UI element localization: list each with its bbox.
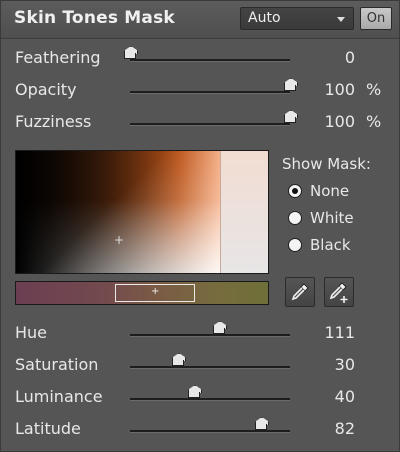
hue-range-selector[interactable]: + bbox=[115, 284, 195, 302]
saturation-slider-track[interactable] bbox=[130, 353, 290, 369]
chevron-down-icon bbox=[337, 17, 345, 22]
mode-dropdown-value: Auto bbox=[248, 10, 281, 26]
crosshair-icon: + bbox=[114, 233, 125, 247]
opacity-label: Opacity bbox=[15, 80, 77, 99]
skin-tones-mask-panel: Skin Tones Mask Auto On Feathering 0 Opa… bbox=[0, 0, 400, 452]
feathering-label: Feathering bbox=[15, 48, 101, 67]
fuzziness-unit: % bbox=[366, 112, 382, 131]
latitude-slider-track[interactable] bbox=[130, 417, 290, 433]
saturation-label: Saturation bbox=[15, 355, 99, 374]
skin-tone-color-field[interactable]: + bbox=[15, 150, 269, 274]
opacity-slider-track[interactable] bbox=[130, 78, 298, 94]
saturation-value: 30 bbox=[334, 355, 355, 374]
latitude-value: 82 bbox=[334, 419, 355, 438]
fuzziness-slider-track[interactable] bbox=[130, 110, 298, 126]
feathering-value: 0 bbox=[344, 48, 355, 67]
radio-button[interactable] bbox=[288, 238, 302, 252]
eyedropper-button[interactable] bbox=[285, 277, 315, 307]
eyedropper-add-button[interactable] bbox=[324, 277, 354, 307]
luminance-slider-track[interactable] bbox=[130, 385, 290, 401]
hue-label: Hue bbox=[15, 323, 48, 342]
radio-button[interactable] bbox=[288, 211, 302, 225]
fuzziness-label: Fuzziness bbox=[15, 112, 92, 131]
on-toggle-button[interactable]: On bbox=[360, 7, 392, 30]
opacity-unit: % bbox=[366, 80, 382, 99]
panel-header: Skin Tones Mask Auto On bbox=[1, 1, 399, 39]
show-mask-option-label: Black bbox=[310, 236, 351, 254]
selected-color-swatch bbox=[220, 151, 268, 273]
latitude-label: Latitude bbox=[15, 419, 81, 438]
eyedropper-plus-icon bbox=[329, 282, 348, 303]
fuzziness-value: 100 bbox=[324, 112, 355, 131]
panel-title: Skin Tones Mask bbox=[14, 8, 175, 28]
mode-dropdown[interactable]: Auto bbox=[240, 7, 354, 30]
hue-value: 111 bbox=[324, 323, 355, 342]
crosshair-icon: + bbox=[151, 286, 160, 297]
opacity-value: 100 bbox=[324, 80, 355, 99]
luminance-label: Luminance bbox=[15, 387, 103, 406]
eyedropper-icon bbox=[291, 283, 309, 301]
show-mask-option-label: None bbox=[310, 182, 350, 200]
show-mask-title: Show Mask: bbox=[282, 155, 371, 173]
show-mask-option-label: White bbox=[310, 209, 354, 227]
feathering-slider-track[interactable] bbox=[124, 46, 290, 62]
hue-slider-track[interactable] bbox=[130, 321, 290, 337]
luminance-value: 40 bbox=[334, 387, 355, 406]
radio-button[interactable] bbox=[288, 184, 302, 198]
hue-range-strip[interactable]: + bbox=[15, 281, 269, 305]
